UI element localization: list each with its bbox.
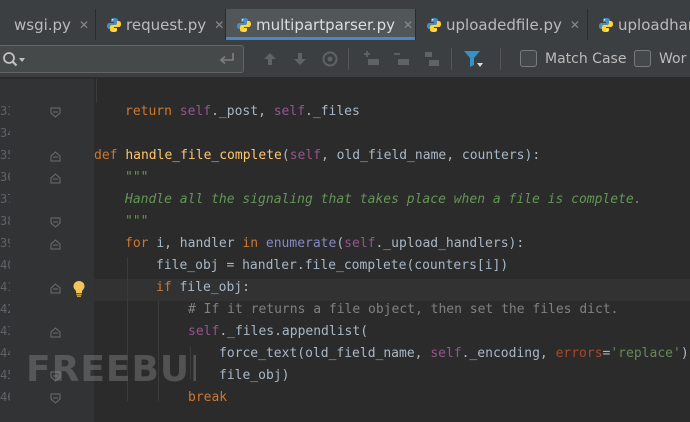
arrow-down-icon[interactable] xyxy=(289,49,311,69)
filter-icon[interactable] xyxy=(462,49,484,69)
tab-uploadedfile-py[interactable]: uploadedfile.py ✕ xyxy=(416,9,588,40)
code-line: def handle_file_complete(self, old_field… xyxy=(94,148,541,163)
toolbar-separator xyxy=(500,48,501,70)
line-number: 34 xyxy=(0,126,10,140)
remove-occurrence-icon[interactable] xyxy=(391,49,413,69)
new-line-icon[interactable] xyxy=(217,50,237,68)
select-all-occurrences-icon[interactable] xyxy=(421,49,443,69)
tab-uploadhandler-py[interactable]: uploadhar xyxy=(588,9,690,40)
code-line: """ xyxy=(125,170,149,185)
tab-label: wsgi.py xyxy=(14,15,71,34)
code-line: """ xyxy=(125,214,149,229)
toolbar-separator xyxy=(451,48,452,70)
tab-label: request.py xyxy=(126,15,207,34)
add-occurrence-icon[interactable] xyxy=(361,49,383,69)
code-line: # If it returns a file object, then set … xyxy=(188,302,619,317)
words-checkbox[interactable] xyxy=(634,50,651,67)
close-icon[interactable]: ✕ xyxy=(214,18,224,32)
tab-label: uploadhar xyxy=(618,15,690,34)
search-history-icon[interactable] xyxy=(2,51,28,69)
indent-guide xyxy=(96,79,97,103)
toolbar-separator xyxy=(348,48,349,70)
close-icon[interactable]: ✕ xyxy=(570,18,580,32)
close-icon[interactable]: ✕ xyxy=(79,18,89,32)
close-icon[interactable]: ✕ xyxy=(403,18,413,32)
tab-label: multipartparser.py xyxy=(256,15,395,34)
match-case-label: Match Case xyxy=(545,51,627,67)
tab-label: uploadedfile.py xyxy=(446,15,562,34)
tab-request-py[interactable]: request.py ✕ xyxy=(96,9,226,40)
python-file-icon xyxy=(106,17,122,33)
code-line: self._files.appendlist( xyxy=(188,324,369,339)
tab-wsgi-py[interactable]: wsgi.py ✕ xyxy=(0,9,96,40)
python-file-icon xyxy=(598,17,614,33)
match-case-checkbox[interactable] xyxy=(520,50,537,67)
tab-multipartparser-py[interactable]: multipartparser.py ✕ xyxy=(226,9,416,40)
code-editor[interactable]: 33 34 35 36 37 38 39 40 41 42 43 44 45 4… xyxy=(0,79,690,422)
code-line: Handle all the signaling that takes plac… xyxy=(125,192,642,207)
code-line: break xyxy=(188,390,228,405)
editor-tab-bar: wsgi.py ✕ request.py ✕ multipartparser.p… xyxy=(0,0,690,40)
search-input[interactable] xyxy=(30,49,210,69)
code-line: if file_obj: xyxy=(156,280,250,295)
words-label: Wor xyxy=(659,51,687,67)
search-box[interactable] xyxy=(0,45,244,73)
python-file-icon xyxy=(426,17,442,33)
arrow-up-icon[interactable] xyxy=(259,49,281,69)
find-in-path-icon[interactable] xyxy=(319,49,341,69)
watermark-text: FREEBUF xyxy=(26,349,196,389)
code-line: return self._post, self._files xyxy=(125,104,360,119)
code-line: for i, handler in enumerate(self._upload… xyxy=(125,236,525,251)
freebuf-watermark: FREEBUF xyxy=(26,349,196,389)
python-file-icon xyxy=(236,17,252,33)
find-toolbar: Match Case Wor xyxy=(0,40,690,78)
code-line: file_obj = handler.file_complete(counter… xyxy=(156,258,509,273)
